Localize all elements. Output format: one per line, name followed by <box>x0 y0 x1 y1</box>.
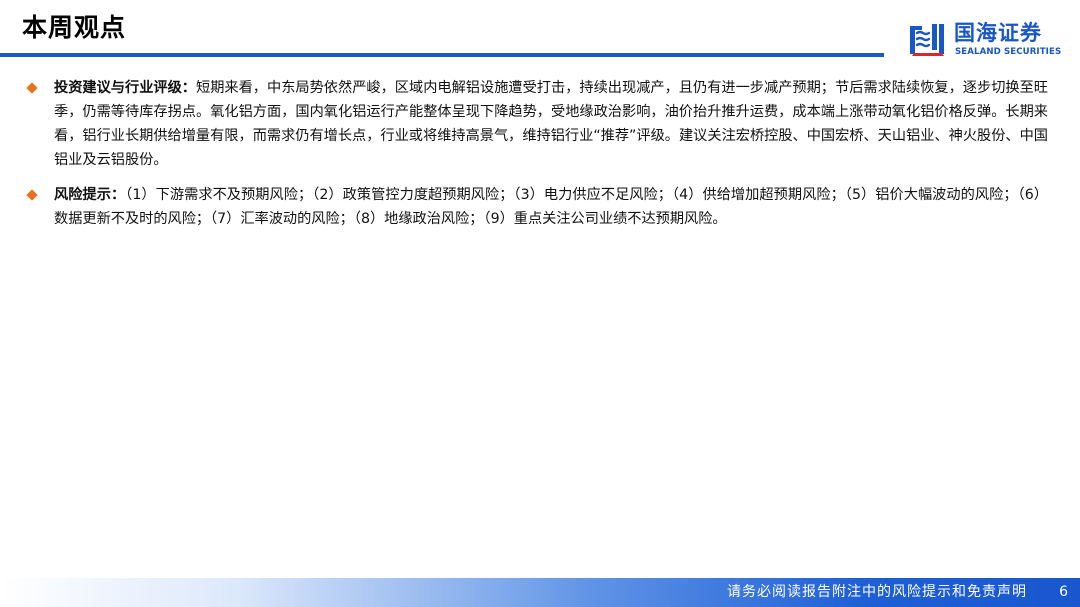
bullet-risk-warning: 风险提示：（1）下游需求不及预期风险；（2）政策管控力度超预期风险；（3）电力供… <box>24 183 1048 231</box>
diamond-bullet-icon <box>26 189 38 201</box>
logo-chinese-name: 国海证券 <box>954 21 1042 45</box>
page-number: 6 <box>1059 584 1068 600</box>
footer-disclaimer: 请务必阅读报告附注中的风险提示和免责声明 <box>727 584 1027 600</box>
sealand-logo-icon <box>910 24 944 56</box>
bullet-heading: 风险提示： <box>54 187 126 203</box>
diamond-bullet-icon <box>26 82 38 94</box>
bullet-heading: 投资建议与行业评级： <box>54 80 196 96</box>
content-area: 投资建议与行业评级：短期来看，中东局势依然严峻，区域内电解铝设施遭受打击，持续出… <box>24 76 1048 231</box>
company-logo: 国海证券 SEALAND SECURITIES <box>908 20 1073 60</box>
bullet-text: 短期来看，中东局势依然严峻，区域内电解铝设施遭受打击，持续出现减产，且仍有进一步… <box>54 80 1048 168</box>
page-title: 本周观点 <box>22 13 127 42</box>
bullet-text: （1）下游需求不及预期风险；（2）政策管控力度超预期风险；（3）电力供应不足风险… <box>54 187 1048 227</box>
logo-english-name: SEALAND SECURITIES <box>955 47 1062 57</box>
footer-bar: 请务必阅读报告附注中的风险提示和免责声明 6 <box>0 578 1080 607</box>
bullet-investment-advice: 投资建议与行业评级：短期来看，中东局势依然严峻，区域内电解铝设施遭受打击，持续出… <box>24 76 1048 172</box>
title-divider <box>0 53 884 57</box>
